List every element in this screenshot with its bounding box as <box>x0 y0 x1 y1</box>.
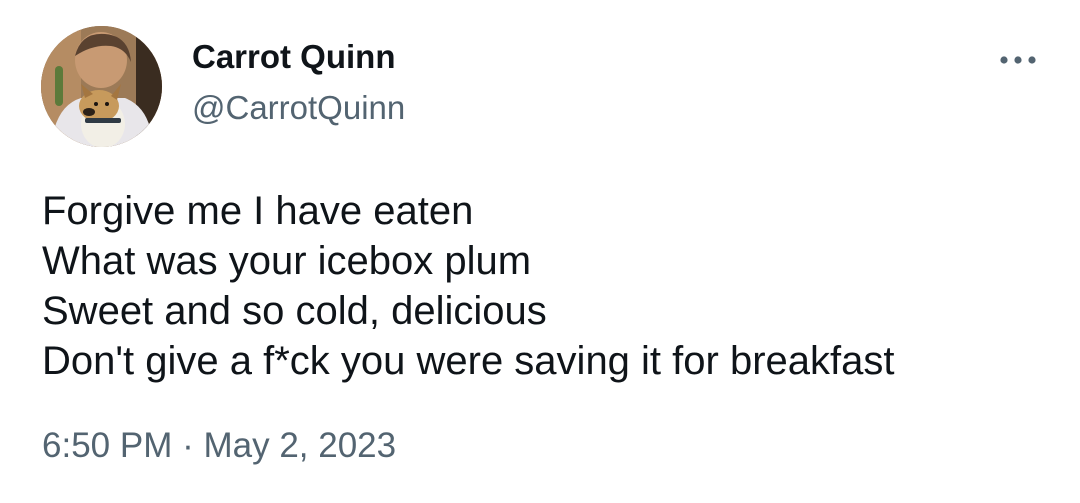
tweet-line: What was your icebox plum <box>42 239 532 283</box>
tweet-card: Carrot Quinn @CarrotQuinn Forgive me I h… <box>0 0 1080 503</box>
avatar[interactable] <box>41 26 162 147</box>
user-handle[interactable]: @CarrotQuinn <box>192 89 405 127</box>
tweet-time[interactable]: 6:50 PM <box>42 426 172 465</box>
more-options-button[interactable] <box>992 44 1044 76</box>
tweet-text: Forgive me I have eaten What was your ic… <box>42 186 1042 386</box>
tweet-timestamp: 6:50 PM · May 2, 2023 <box>42 426 396 466</box>
tweet-line: Don't give a f*ck you were saving it for… <box>42 339 895 383</box>
tweet-line: Forgive me I have eaten <box>42 189 474 233</box>
display-name[interactable]: Carrot Quinn <box>192 38 396 76</box>
profile-photo-icon <box>41 26 162 147</box>
tweet-line: Sweet and so cold, delicious <box>42 289 547 333</box>
meta-separator: · <box>182 426 204 465</box>
tweet-date[interactable]: May 2, 2023 <box>203 426 396 465</box>
more-horizontal-icon <box>1000 56 1036 64</box>
